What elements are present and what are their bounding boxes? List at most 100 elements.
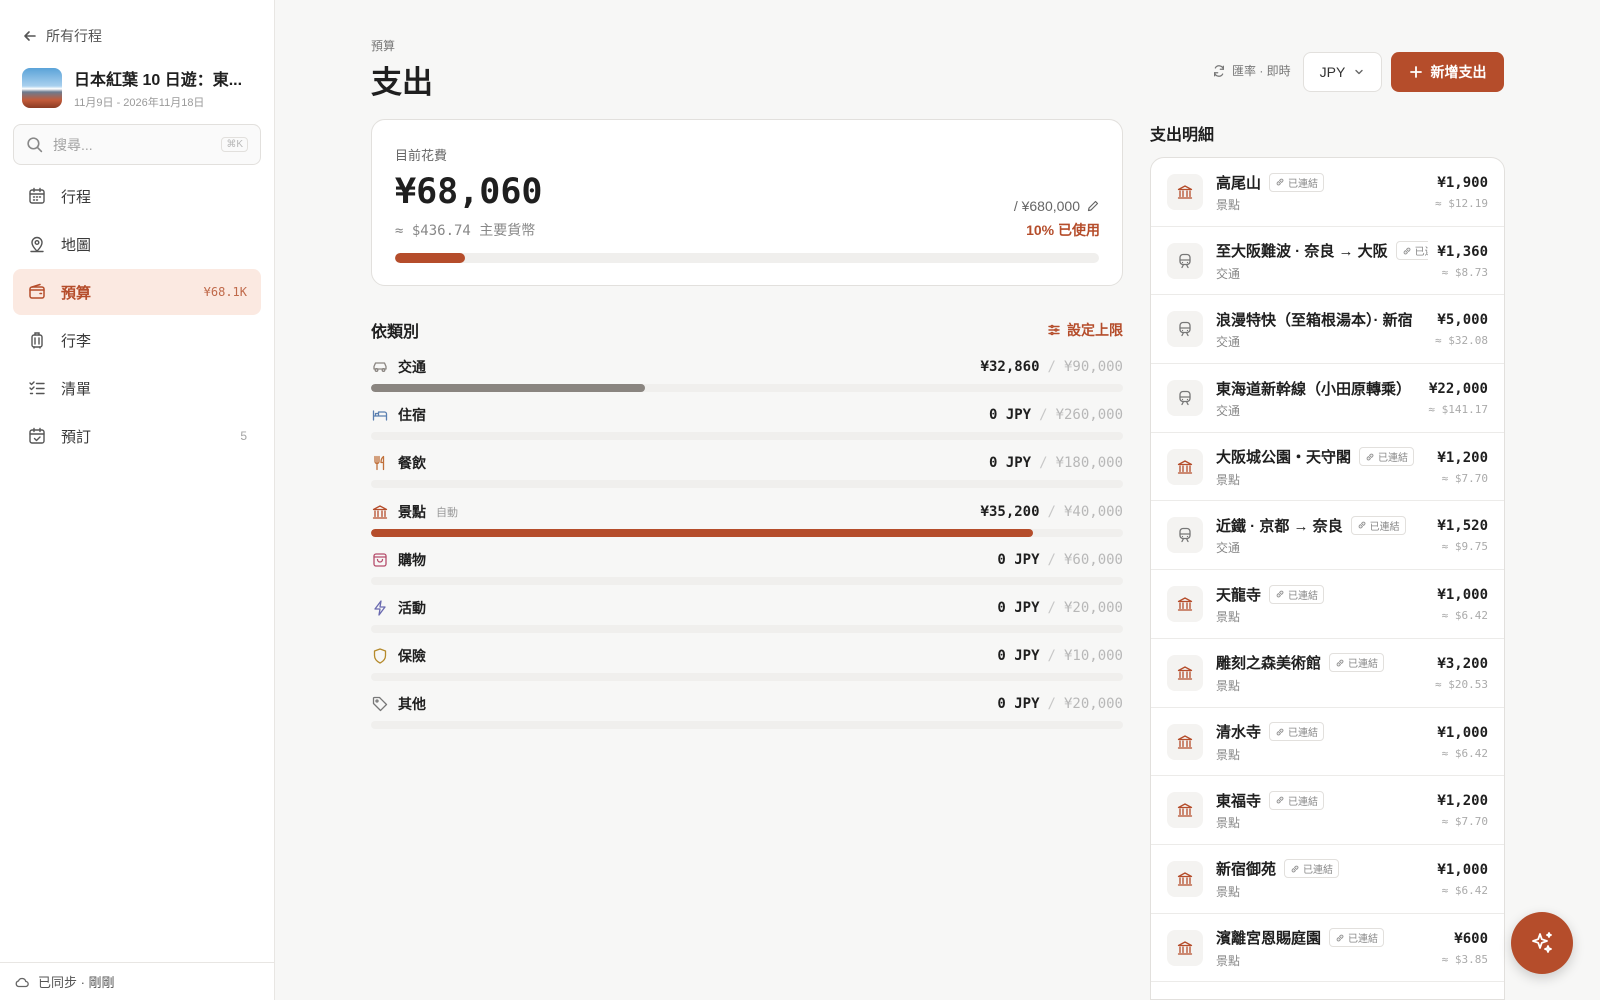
sidebar: 所有行程 日本紅葉 10 日遊：東... 11月9日 - 2026年11月18日… (0, 0, 275, 1000)
linked-badge: 已連結 (1395, 241, 1428, 261)
back-to-trips-link[interactable]: 所有行程 (22, 26, 102, 46)
train-icon (1179, 253, 1191, 268)
expense-name: 雕刻之森美術館 (1216, 655, 1322, 673)
category-budget: ¥60,000 (1063, 551, 1123, 568)
linked-badge: 已連結 (1350, 515, 1406, 535)
linked-badge-label: 已連結 (1414, 247, 1428, 259)
category-progress-bar (371, 432, 1123, 441)
train-icon (1179, 528, 1191, 543)
add-expense-button[interactable]: 新增支出 (1391, 52, 1504, 92)
expense-row[interactable]: 至大阪難波 · 奈良 → 大阪 已連結 交通 ¥1,360 ≈ $8.73 (1151, 227, 1504, 296)
add-expense-label: 新增支出 (1430, 64, 1487, 80)
link-icon (1276, 796, 1284, 804)
pencil-icon[interactable] (1086, 199, 1100, 213)
linked-badge-label: 已連結 (1369, 521, 1400, 533)
expense-row[interactable]: 浪漫特快（至箱根湯本）· 新宿 交通 ¥5,000 ≈ $32.08 (1151, 295, 1504, 365)
budget-limit-value: / ¥680,000 (1013, 198, 1080, 214)
expense-approx: ≈ $9.75 (1441, 540, 1488, 554)
search-input[interactable] (53, 136, 203, 153)
plus-icon (1409, 66, 1422, 78)
utensils-icon (374, 456, 385, 471)
expense-amount: ¥22,000 (1428, 381, 1488, 398)
expense-row[interactable]: 清水寺 已連結 景點 ¥1,000 ≈ $6.42 (1151, 708, 1504, 777)
page-title: 支出 (371, 65, 433, 100)
category-progress-bar (371, 624, 1123, 633)
expense-amount: ¥1,000 (1437, 587, 1488, 604)
spent-summary-card: 目前花費 ¥68,060 ≈ $436.74 主要貨幣 / ¥680,000 1… (371, 119, 1123, 286)
exchange-rate-label: 匯率 · 即時 (1232, 64, 1291, 78)
search-box[interactable]: ⌘K (13, 124, 261, 165)
category-row-insurance[interactable]: 保險 0 JPY / ¥10,000 (371, 645, 1123, 693)
expense-category: 交通 (1216, 404, 1241, 419)
expense-name: 濱離宮恩賜庭園 (1216, 930, 1322, 948)
sync-label: 已同步 · 剛剛 (38, 975, 115, 990)
link-icon (1276, 728, 1284, 735)
category-row-shopping[interactable]: 購物 0 JPY / ¥60,000 (371, 549, 1123, 597)
sidebar-item-label: 地圖 (61, 236, 92, 254)
currency-select[interactable]: JPY (1303, 52, 1382, 92)
expense-row[interactable]: 大阪城公園・天守閣 已連結 景點 ¥1,200 ≈ $7.70 (1151, 433, 1504, 502)
linked-badge: 已連結 (1269, 722, 1325, 741)
expense-amount: ¥1,200 (1437, 793, 1488, 810)
expense-category-icon (1167, 242, 1203, 279)
calendar-check-icon (29, 427, 45, 444)
expense-approx: ≈ $6.42 (1441, 609, 1488, 623)
set-limit-button[interactable]: 設定上限 (1047, 320, 1123, 340)
expense-category-icon (1167, 654, 1203, 691)
expense-amount: ¥5,000 (1437, 312, 1488, 329)
landmark-icon (1177, 666, 1193, 680)
category-row-transport[interactable]: 交通 ¥32,860/¥90,000 (371, 356, 1123, 404)
category-row-other[interactable]: 其他 0 JPY / ¥20,000 (371, 693, 1123, 741)
sidebar-item-bookings[interactable]: 預訂 5 (13, 413, 261, 459)
used-percent: 10% 已使用 (1026, 222, 1100, 238)
sparkles-icon (1532, 932, 1552, 953)
landmark-icon (1177, 734, 1193, 749)
expense-row[interactable]: 天龍寺 已連結 景點 ¥1,000 ≈ $6.42 (1151, 570, 1504, 639)
chevron-down-icon (1355, 69, 1364, 75)
expense-approx: ≈ $6.42 (1441, 883, 1488, 897)
search-shortcut: ⌘K (221, 137, 248, 152)
budget-limit[interactable]: / ¥680,000 (1014, 198, 1100, 214)
sidebar-item-checklist[interactable]: 清單 (13, 365, 261, 411)
category-spent: 0 JPY (997, 648, 1040, 665)
category-budget: ¥260,000 (1055, 407, 1123, 424)
link-icon (1358, 522, 1366, 529)
linked-badge: 已連結 (1269, 790, 1325, 810)
expense-category: 交通 (1216, 335, 1241, 350)
expense-row[interactable]: 雕刻之森美術館 已連結 景點 ¥3,200 ≈ $20.53 (1151, 639, 1504, 708)
expense-category: 景點 (1216, 747, 1241, 762)
expense-row[interactable]: 濱離宮恩賜庭園 已連結 景點 ¥600 ≈ $3.85 (1151, 914, 1504, 983)
trip-header[interactable]: 日本紅葉 10 日遊：東... 11月9日 - 2026年11月18日 (22, 66, 254, 110)
expense-category-icon (1167, 448, 1203, 485)
category-row-dining[interactable]: 餐飲 0 JPY / ¥180,000 (371, 452, 1123, 500)
expense-row[interactable]: 近鐵 · 京都 → 奈良 已連結 交通 ¥1,520 ≈ $9.75 (1151, 501, 1504, 571)
expense-row[interactable]: 東海道新幹線（小田原轉乘） 交通 ¥22,000 ≈ $141.17 (1151, 364, 1504, 433)
lightning-icon (374, 600, 386, 616)
sidebar-item-luggage[interactable]: 行李 (13, 317, 261, 363)
category-budget: ¥180,000 (1055, 455, 1123, 472)
expense-row[interactable]: 高尾山 已連結 景點 ¥1,900 ≈ $12.19 (1151, 158, 1504, 227)
linked-badge: 已連結 (1269, 172, 1325, 192)
expense-row[interactable]: 東福寺 已連結 景點 ¥1,200 ≈ $7.70 (1151, 776, 1504, 845)
expense-approx: ≈ $7.70 (1441, 815, 1488, 829)
sidebar-item-itinerary[interactable]: 行程 (13, 173, 261, 219)
expense-approx: ≈ $6.42 (1441, 746, 1488, 760)
category-row-attractions[interactable]: 景點 自動 ¥35,200/¥40,000 (371, 501, 1123, 549)
landmark-icon (1177, 803, 1193, 817)
exchange-rate-button[interactable]: 匯率 · 即時 (1212, 62, 1291, 79)
landmark-icon (372, 504, 388, 519)
category-progress-bar (371, 721, 1123, 730)
ai-assistant-button[interactable] (1511, 912, 1573, 974)
sidebar-item-map[interactable]: 地圖 (13, 221, 261, 267)
linked-badge-label: 已連結 (1288, 178, 1319, 190)
expense-row[interactable]: 新宿御苑 已連結 景點 ¥1,000 ≈ $6.42 (1151, 845, 1504, 914)
sidebar-nav: 行程 地圖 預算 ¥68.1K 行李 清單 預訂 5 (13, 173, 261, 461)
category-row-activities[interactable]: 活動 0 JPY / ¥20,000 (371, 597, 1123, 645)
category-row-lodging[interactable]: 住宿 0 JPY / ¥260,000 (371, 404, 1123, 452)
expense-approx: ≈ $8.73 (1441, 265, 1488, 279)
category-name: 活動 (398, 599, 426, 616)
expense-list[interactable]: 高尾山 已連結 景點 ¥1,900 ≈ $12.19 至大阪難波 · 奈良 → … (1150, 157, 1505, 1000)
sync-status: 已同步 · 剛剛 (0, 962, 275, 1000)
expense-category: 景點 (1216, 884, 1241, 899)
sidebar-item-budget[interactable]: 預算 ¥68.1K (13, 269, 261, 315)
